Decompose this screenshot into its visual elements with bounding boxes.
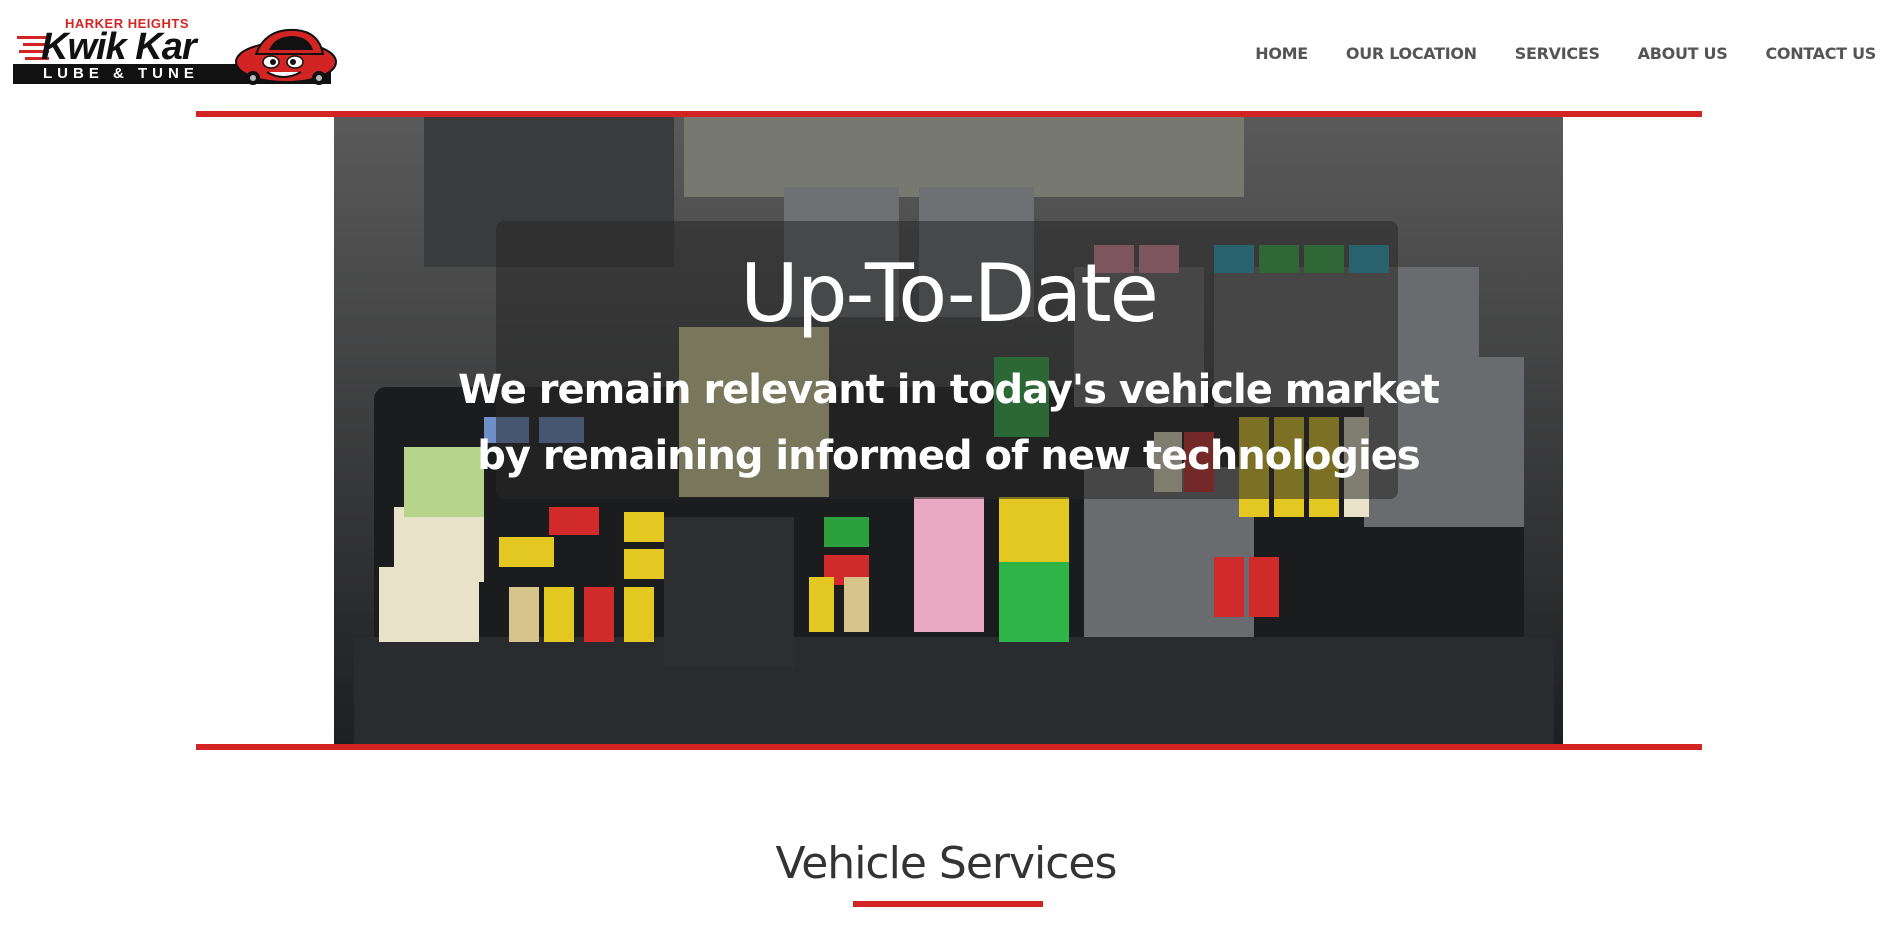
nav-services[interactable]: SERVICES [1515,44,1600,63]
main-nav: HOME OUR LOCATION SERVICES ABOUT US CONT… [1255,44,1876,63]
hero-banner: Up-To-Date We remain relevant in today's… [334,117,1563,744]
hero-subtitle-line-1: We remain relevant in today's vehicle ma… [458,367,1440,413]
site-header: HARKER HEIGHTS Kwik Kar LUBE & TUNE HOME… [0,0,1892,108]
kwik-kar-logo[interactable]: HARKER HEIGHTS Kwik Kar LUBE & TUNE [13,14,337,86]
logo-brand-text: Kwik Kar [41,26,197,68]
hero-subtitle-line-2: by remaining informed of new technologie… [477,433,1420,479]
nav-about-us[interactable]: ABOUT US [1638,44,1728,63]
section-title-underline [853,901,1043,907]
nav-contact-us[interactable]: CONTACT US [1765,44,1876,63]
hero-bottom-divider [196,744,1702,750]
logo-tagline-text: LUBE & TUNE [43,65,199,82]
nav-home[interactable]: HOME [1255,44,1308,63]
car-mascot-icon [235,28,337,85]
section-title: Vehicle Services [775,838,1118,889]
hero-title: Up-To-Date [740,247,1159,340]
nav-our-location[interactable]: OUR LOCATION [1346,44,1477,63]
hero-subtitle: We remain relevant in today's vehicle ma… [334,357,1563,489]
